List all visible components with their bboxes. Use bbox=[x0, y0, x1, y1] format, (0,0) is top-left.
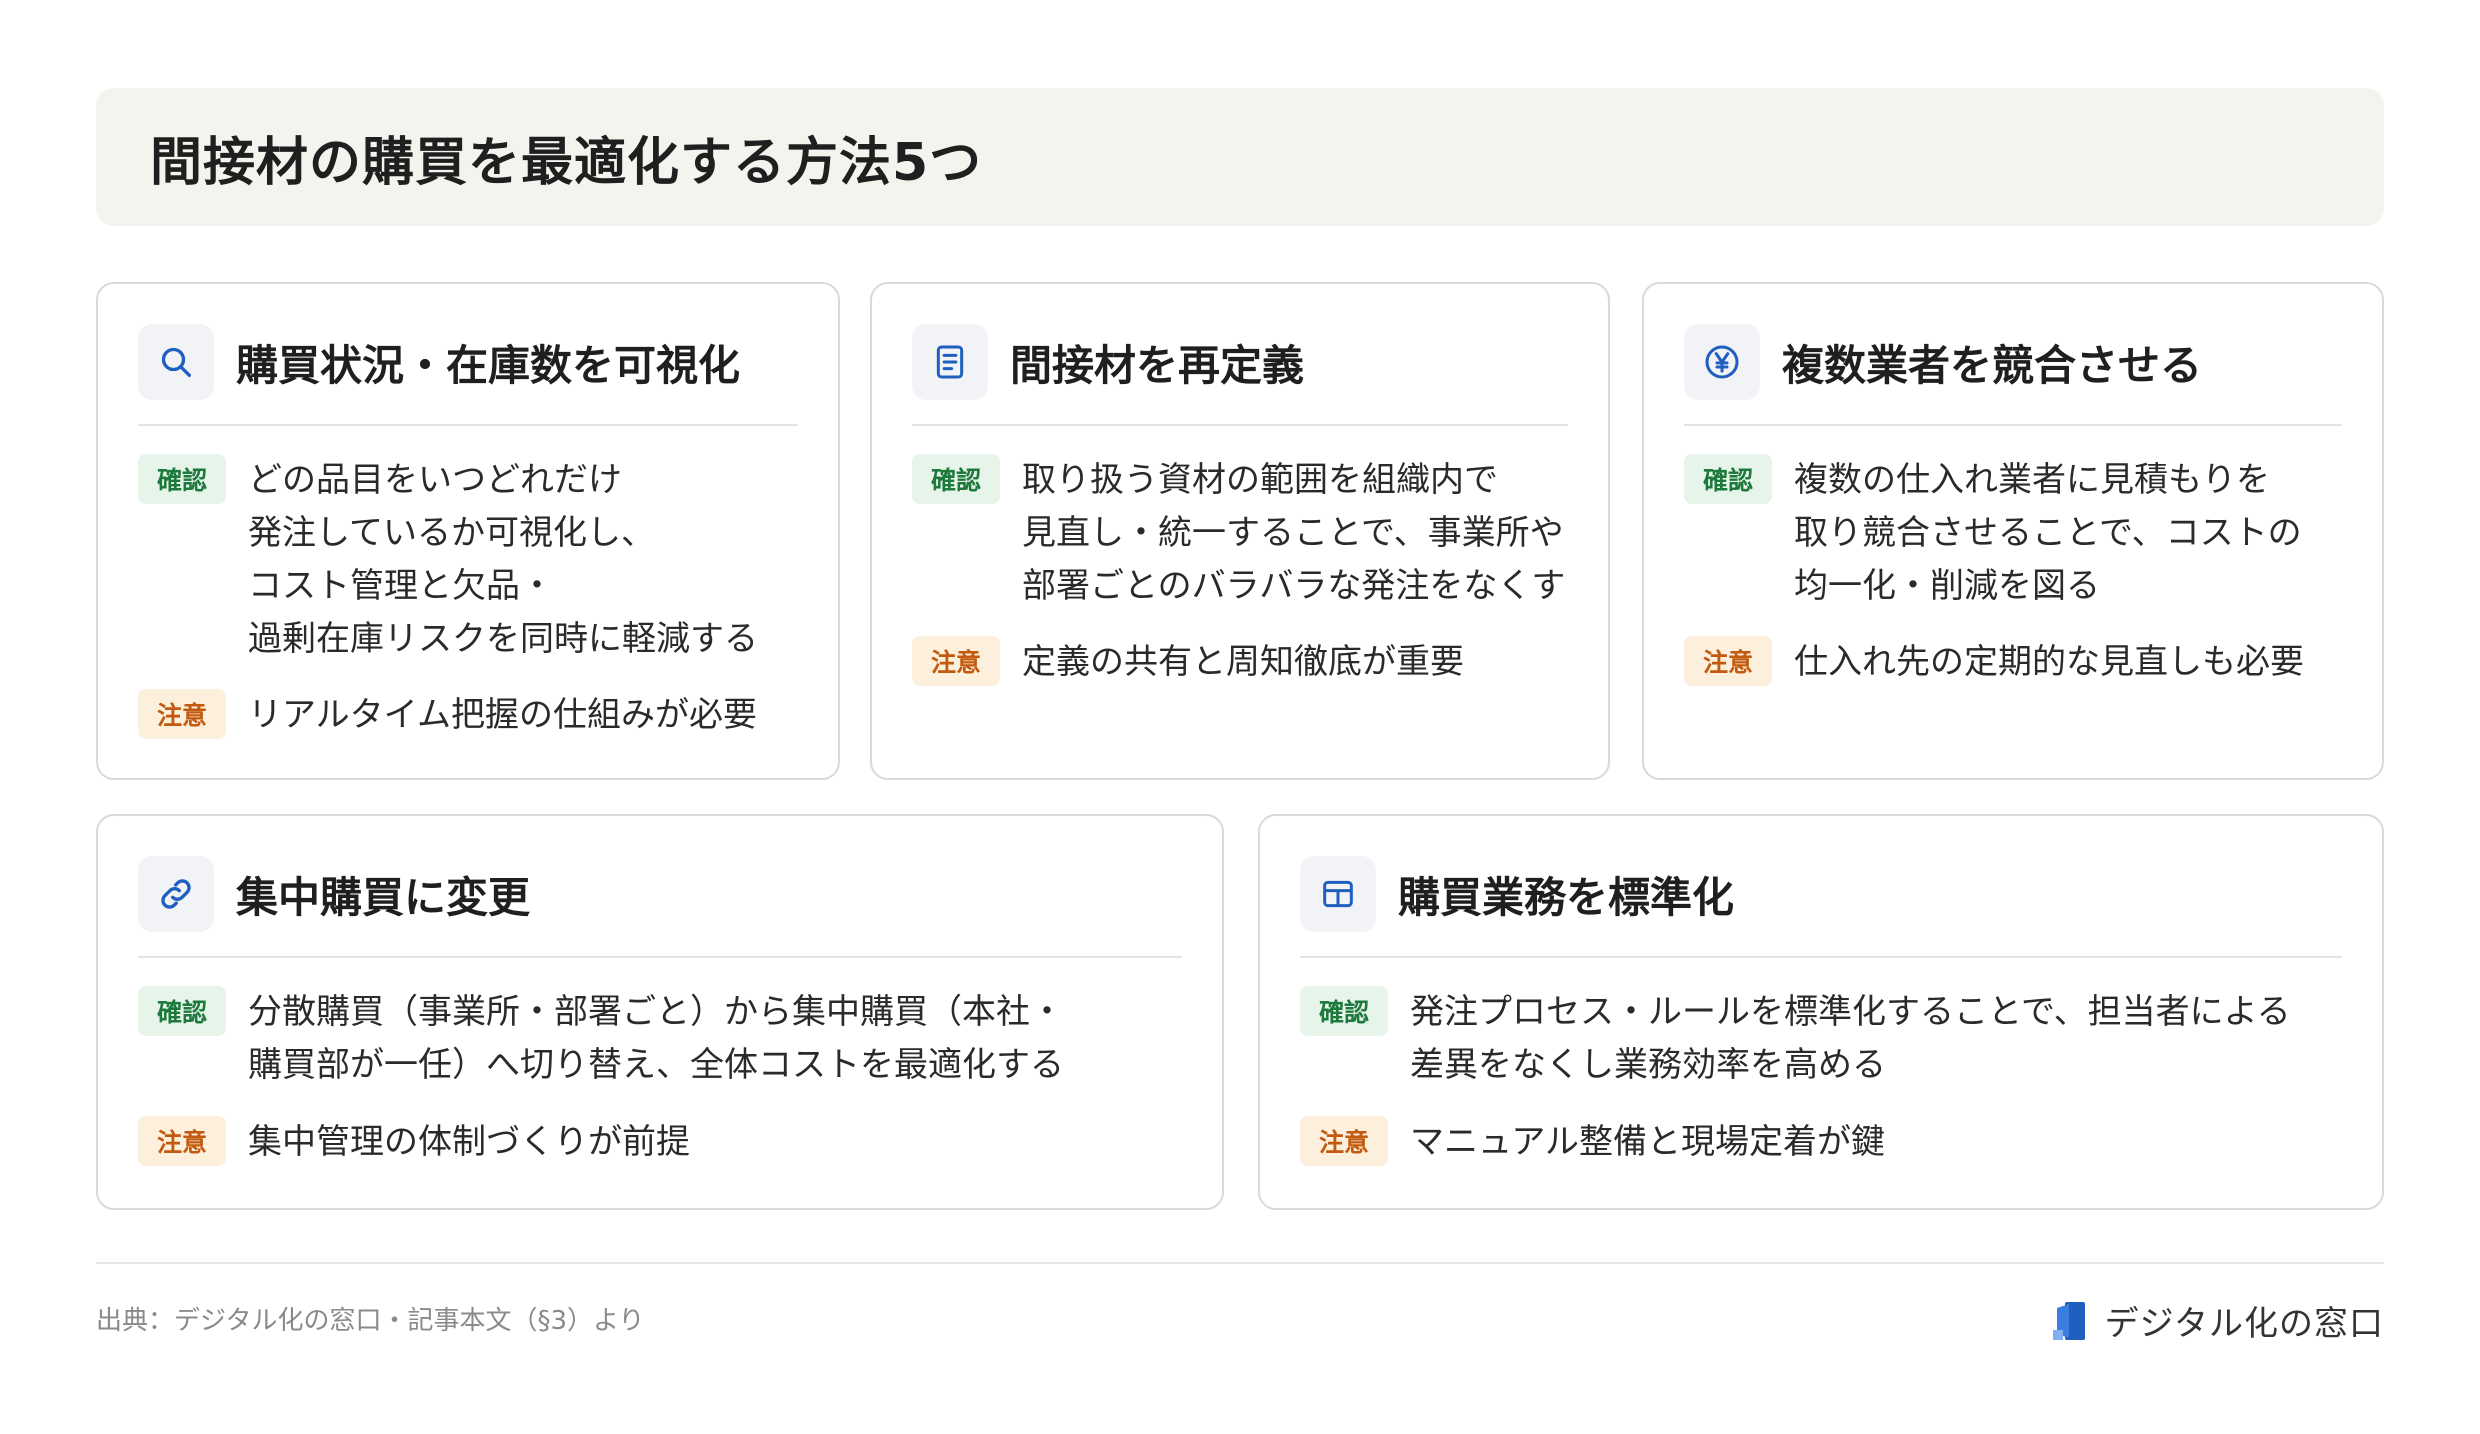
confirm-badge: 確認 bbox=[1684, 454, 1772, 504]
caution-row: 注意 仕入れ先の定期的な見直しも必要 bbox=[1684, 636, 2304, 689]
footer-divider bbox=[96, 1262, 2384, 1264]
card-header: 購買業務を標準化 bbox=[1300, 856, 1734, 932]
confirm-line: 分散購買（事業所・部署ごと）から集中購買（本社・ bbox=[248, 992, 1064, 1032]
caution-badge: 注意 bbox=[1684, 636, 1772, 686]
card-competition: 複数業者を競合させる 確認 複数の仕入れ業者に見積もりを 取り競合させることで、… bbox=[1642, 282, 2384, 780]
card-redefine: 間接材を再定義 確認 取り扱う資材の範囲を組織内で 見直し・統一することで、事業… bbox=[870, 282, 1610, 780]
caution-line: マニュアル整備と現場定着が鍵 bbox=[1410, 1122, 1885, 1162]
caution-row: 注意 集中管理の体制づくりが前提 bbox=[138, 1116, 690, 1169]
caution-row: 注意 マニュアル整備と現場定着が鍵 bbox=[1300, 1116, 1885, 1169]
card-title: 複数業者を競合させる bbox=[1782, 340, 2203, 390]
yen-icon bbox=[1684, 324, 1760, 400]
search-icon bbox=[138, 324, 214, 400]
brand-name: デジタル化の窓口 bbox=[2104, 1304, 2384, 1344]
confirm-badge: 確認 bbox=[138, 454, 226, 504]
brand-logo-icon bbox=[2052, 1301, 2085, 1340]
confirm-badge: 確認 bbox=[912, 454, 1000, 504]
confirm-row: 確認 発注プロセス・ルールを標準化することで、担当者による 差異をなくし業務効率… bbox=[1300, 986, 2291, 1092]
card-header: 間接材を再定義 bbox=[912, 324, 1304, 400]
source-note: 出典：デジタル化の窓口・記事本文（§3）より bbox=[96, 1306, 645, 1336]
confirm-badge: 確認 bbox=[1300, 986, 1388, 1036]
caution-line: 仕入れ先の定期的な見直しも必要 bbox=[1794, 642, 2304, 682]
confirm-text: 分散購買（事業所・部署ごと）から集中購買（本社・ 購買部が一任）へ切り替え、全体… bbox=[248, 986, 1064, 1092]
divider bbox=[912, 424, 1568, 426]
caution-line: 定義の共有と周知徹底が重要 bbox=[1022, 642, 1464, 682]
confirm-line: どの品目をいつどれだけ bbox=[248, 460, 622, 500]
card-header: 集中購買に変更 bbox=[138, 856, 530, 932]
page-title: 間接材の購買を最適化する方法5つ bbox=[150, 132, 983, 193]
confirm-line: コスト管理と欠品・ bbox=[248, 566, 554, 606]
caution-badge: 注意 bbox=[912, 636, 1000, 686]
caution-text: マニュアル整備と現場定着が鍵 bbox=[1410, 1116, 1885, 1169]
card-title: 集中購買に変更 bbox=[236, 872, 531, 922]
card-header: 複数業者を競合させる bbox=[1684, 324, 2202, 400]
caution-badge: 注意 bbox=[138, 1116, 226, 1166]
brand: デジタル化の窓口 bbox=[2051, 1296, 2384, 1345]
confirm-line: 発注プロセス・ルールを標準化することで、担当者による bbox=[1410, 992, 2291, 1032]
confirm-line: 購買部が一任）へ切り替え、全体コストを最適化する bbox=[248, 1045, 1064, 1085]
confirm-text: 取り扱う資材の範囲を組織内で 見直し・統一することで、事業所や 部署ごとのバラバ… bbox=[1022, 454, 1565, 613]
confirm-text: どの品目をいつどれだけ 発注しているか可視化し、 コスト管理と欠品・ 過剰在庫リ… bbox=[248, 454, 758, 666]
divider bbox=[1300, 956, 2342, 958]
confirm-row: 確認 複数の仕入れ業者に見積もりを 取り競合させることで、コストの 均一化・削減… bbox=[1684, 454, 2302, 613]
confirm-line: 均一化・削減を図る bbox=[1794, 566, 2100, 606]
card-visualize: 購買状況・在庫数を可視化 確認 どの品目をいつどれだけ 発注しているか可視化し、… bbox=[96, 282, 840, 780]
confirm-line: 差異をなくし業務効率を高める bbox=[1410, 1045, 1886, 1085]
confirm-line: 取り競合させることで、コストの bbox=[1794, 513, 2302, 553]
confirm-line: 発注しているか可視化し、 bbox=[248, 513, 655, 553]
link-icon bbox=[138, 856, 214, 932]
card-header: 購買状況・在庫数を可視化 bbox=[138, 324, 740, 400]
card-standardize: 購買業務を標準化 確認 発注プロセス・ルールを標準化することで、担当者による 差… bbox=[1258, 814, 2384, 1210]
caution-text: 仕入れ先の定期的な見直しも必要 bbox=[1794, 636, 2304, 689]
card-title: 購買業務を標準化 bbox=[1398, 872, 1735, 922]
caution-text: 定義の共有と周知徹底が重要 bbox=[1022, 636, 1464, 689]
confirm-badge: 確認 bbox=[138, 986, 226, 1036]
caution-line: 集中管理の体制づくりが前提 bbox=[248, 1122, 690, 1162]
confirm-line: 取り扱う資材の範囲を組織内で bbox=[1022, 460, 1498, 500]
confirm-row: 確認 どの品目をいつどれだけ 発注しているか可視化し、 コスト管理と欠品・ 過剰… bbox=[138, 454, 758, 666]
divider bbox=[1684, 424, 2342, 426]
card-title: 購買状況・在庫数を可視化 bbox=[236, 340, 741, 390]
caution-text: 集中管理の体制づくりが前提 bbox=[248, 1116, 690, 1169]
divider bbox=[138, 424, 798, 426]
caution-text: リアルタイム把握の仕組みが必要 bbox=[248, 689, 757, 742]
confirm-row: 確認 取り扱う資材の範囲を組織内で 見直し・統一することで、事業所や 部署ごとの… bbox=[912, 454, 1565, 613]
caution-row: 注意 リアルタイム把握の仕組みが必要 bbox=[138, 689, 757, 742]
caution-line: リアルタイム把握の仕組みが必要 bbox=[248, 695, 757, 735]
confirm-line: 過剰在庫リスクを同時に軽減する bbox=[248, 619, 758, 659]
divider bbox=[138, 956, 1182, 958]
confirm-text: 複数の仕入れ業者に見積もりを 取り競合させることで、コストの 均一化・削減を図る bbox=[1794, 454, 2302, 613]
document-icon bbox=[912, 324, 988, 400]
card-centralize: 集中購買に変更 確認 分散購買（事業所・部署ごと）から集中購買（本社・ 購買部が… bbox=[96, 814, 1224, 1210]
confirm-line: 見直し・統一することで、事業所や bbox=[1022, 513, 1564, 553]
confirm-row: 確認 分散購買（事業所・部署ごと）から集中購買（本社・ 購買部が一任）へ切り替え… bbox=[138, 986, 1064, 1092]
confirm-line: 部署ごとのバラバラな発注をなくす bbox=[1022, 566, 1566, 606]
caution-badge: 注意 bbox=[138, 689, 226, 739]
caution-row: 注意 定義の共有と周知徹底が重要 bbox=[912, 636, 1464, 689]
confirm-text: 発注プロセス・ルールを標準化することで、担当者による 差異をなくし業務効率を高め… bbox=[1410, 986, 2291, 1092]
caution-badge: 注意 bbox=[1300, 1116, 1388, 1166]
confirm-line: 複数の仕入れ業者に見積もりを bbox=[1794, 460, 2270, 500]
card-title: 間接材を再定義 bbox=[1010, 340, 1305, 390]
grid-icon bbox=[1300, 856, 1376, 932]
title-bar: 間接材の購買を最適化する方法5つ bbox=[96, 88, 2384, 226]
